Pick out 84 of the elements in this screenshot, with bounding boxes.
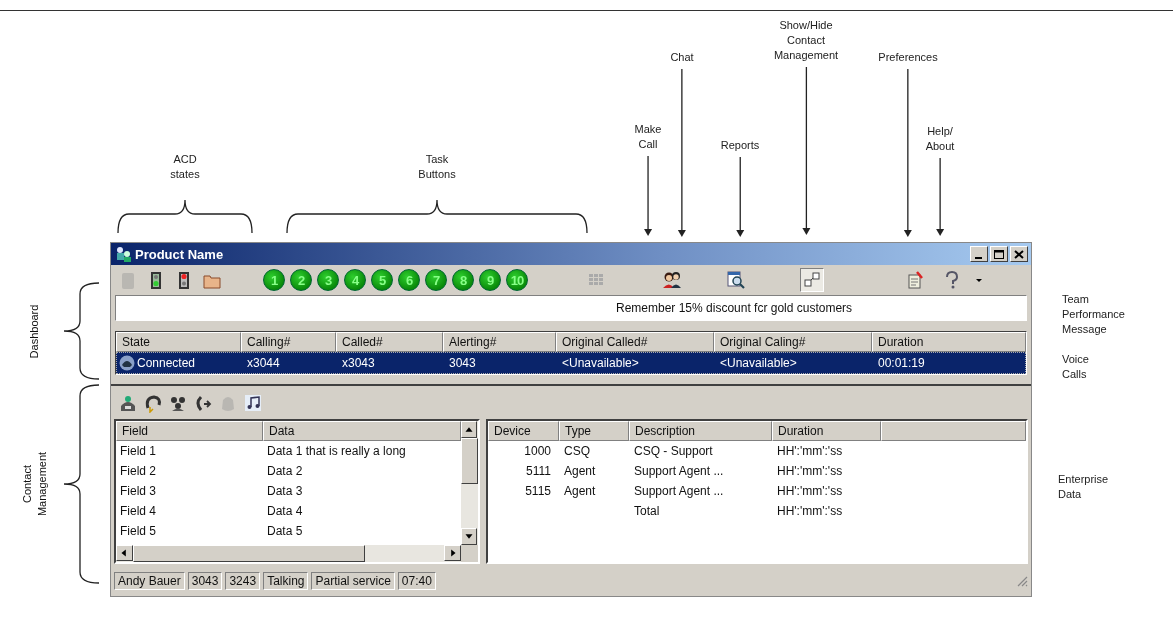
callout-label: ACD states xyxy=(170,152,200,182)
table-cell: HH':'mm':'ss xyxy=(777,444,843,458)
callout-label: Team Performance Message xyxy=(1062,292,1125,337)
table-cell-text: Data 2 xyxy=(266,463,304,480)
table-cell: CSQ xyxy=(564,444,590,458)
scroll-right-icon[interactable] xyxy=(444,545,461,561)
status-field: 3243 xyxy=(225,572,261,590)
scrollbar-corner xyxy=(461,545,478,562)
table-cell: Total xyxy=(634,504,660,518)
callout-label: Show/Hide Contact Management xyxy=(773,18,839,63)
callout-label: Voice Calls xyxy=(1062,352,1089,382)
column-header[interactable]: Calling# xyxy=(241,332,336,352)
scroll-down-icon[interactable] xyxy=(461,528,477,545)
resize-grip-icon[interactable] xyxy=(1016,575,1028,587)
status-field: 3043 xyxy=(187,572,223,590)
column-header[interactable]: Data xyxy=(263,421,461,441)
callout-label: Make Call xyxy=(634,122,662,152)
table-cell-text: Field 2 xyxy=(119,463,158,480)
table-cell: HH':'mm':'ss xyxy=(777,464,843,478)
table-cell-text: Field 5 xyxy=(119,523,158,540)
table-cell-text: Field 3 xyxy=(119,483,158,500)
callout-label: Enterprise Data xyxy=(1058,472,1109,502)
table-cell-text: Data 4 xyxy=(266,503,304,520)
scroll-left-icon[interactable] xyxy=(116,545,133,561)
table-cell: HH':'mm':'ss xyxy=(777,484,843,498)
callout-label: Dashboard xyxy=(27,304,42,358)
table-cell: <Unavailable> xyxy=(562,356,639,370)
table-cell: x3043 xyxy=(342,356,375,370)
table-cell: 3043 xyxy=(449,356,476,370)
callout-label: Chat xyxy=(670,50,694,65)
people-icon xyxy=(114,245,132,263)
window-title: Product Name xyxy=(135,246,224,262)
column-header[interactable]: State xyxy=(116,332,241,352)
table-cell-text: Data 3 xyxy=(266,483,304,500)
scroll-up-icon[interactable] xyxy=(461,421,477,438)
minimize-button[interactable] xyxy=(970,246,988,262)
column-header[interactable]: Device xyxy=(488,421,559,441)
table-cell: CSQ - Support xyxy=(634,444,713,458)
status-field: Andy Bauer xyxy=(114,572,185,590)
table-cell: HH':'mm':'ss xyxy=(777,504,843,518)
column-header[interactable]: Type xyxy=(559,421,629,441)
table-cell: 5111 xyxy=(526,464,551,478)
table-cell: Agent xyxy=(564,484,596,498)
squares-icon[interactable] xyxy=(800,268,824,292)
callout-label: Task Buttons xyxy=(418,152,456,182)
column-header[interactable]: Field xyxy=(116,421,263,441)
table-cell: 00:01:19 xyxy=(878,356,925,370)
table-cell: Support Agent ... xyxy=(634,484,724,498)
callout-label: Contact Management xyxy=(20,451,49,517)
table-cell-text: Data 5 xyxy=(266,523,304,540)
column-header[interactable]: Duration xyxy=(772,421,881,441)
table-cell-text: Field 4 xyxy=(119,503,158,520)
status-field: Talking xyxy=(263,572,309,590)
column-header[interactable]: Original Called# xyxy=(556,332,714,352)
close-icon[interactable] xyxy=(1014,249,1024,259)
horizontal-scrollbar[interactable] xyxy=(116,545,478,562)
table-cell-text: Data 1 that is really a long xyxy=(266,443,407,460)
column-header[interactable]: Alerting# xyxy=(443,332,556,352)
column-header[interactable]: Original Caling# xyxy=(714,332,872,352)
column-header[interactable]: Called# xyxy=(336,332,443,352)
status-field: Partial service xyxy=(311,572,395,590)
team-message: Remember 15% discount fcr gold customers xyxy=(616,301,853,315)
maximize-button[interactable] xyxy=(990,246,1008,262)
scroll-thumb[interactable] xyxy=(461,438,478,484)
maximize-icon[interactable] xyxy=(994,249,1004,259)
callout-label: Preferences xyxy=(878,50,938,65)
callout-label: Help/ About xyxy=(925,124,955,154)
callout-label: Reports xyxy=(720,138,760,153)
table-cell: Support Agent ... xyxy=(634,464,724,478)
table-cell: 1000 xyxy=(524,444,551,458)
table-cell: Connected xyxy=(137,356,196,370)
table-cell-text: Field 1 xyxy=(119,443,158,460)
call-row[interactable]: Connected x3044 x3043 3043 <Unavailable> <Unavailable> 00:01:19 xyxy=(116,352,1026,374)
vertical-scrollbar[interactable] xyxy=(461,421,478,545)
table-cell: Agent xyxy=(564,464,596,478)
status-field: 07:40 xyxy=(397,572,436,590)
table-cell: <Unavailable> xyxy=(720,356,797,370)
scroll-thumb[interactable] xyxy=(133,545,365,562)
column-header[interactable]: Duration xyxy=(872,332,1026,352)
phone-icon xyxy=(118,355,136,371)
table-cell: x3044 xyxy=(247,356,280,370)
table-cell: 5115 xyxy=(525,484,551,498)
close-button[interactable] xyxy=(1010,246,1028,262)
column-header[interactable]: Description xyxy=(629,421,772,441)
